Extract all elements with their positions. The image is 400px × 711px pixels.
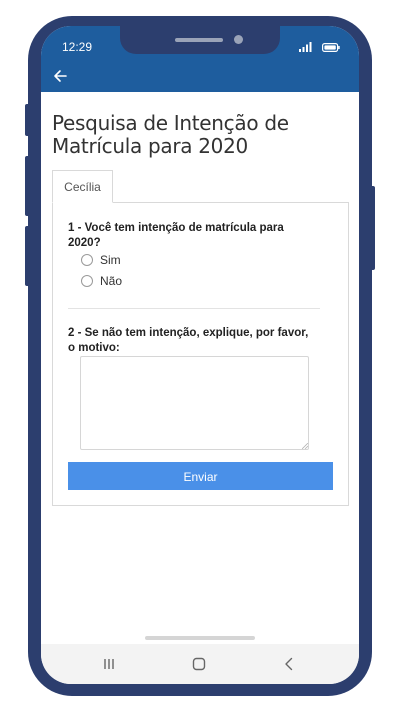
reason-textarea[interactable] bbox=[80, 356, 309, 450]
notch bbox=[120, 26, 280, 54]
home-icon[interactable] bbox=[189, 654, 209, 674]
speaker-icon bbox=[175, 38, 223, 42]
back-icon[interactable] bbox=[279, 654, 299, 674]
submit-button[interactable]: Enviar bbox=[68, 462, 333, 490]
radio-label-sim: Sim bbox=[100, 253, 121, 267]
radio-button-sim[interactable] bbox=[81, 254, 93, 266]
radio-button-nao[interactable] bbox=[81, 275, 93, 287]
battery-icon bbox=[322, 43, 340, 52]
page-title: Pesquisa de Intenção de Matrícula para 2… bbox=[52, 111, 289, 158]
radio-option-nao[interactable]: Não bbox=[81, 273, 122, 289]
camera-icon bbox=[234, 35, 243, 44]
app-bar: 12:29 bbox=[41, 26, 359, 92]
tab-cecilia[interactable]: Cecília bbox=[52, 170, 113, 203]
recents-icon[interactable] bbox=[99, 654, 119, 674]
home-indicator bbox=[145, 636, 255, 640]
radio-label-nao: Não bbox=[100, 274, 123, 288]
arrow-left-icon[interactable] bbox=[52, 68, 68, 84]
resize-grip-icon[interactable] bbox=[302, 443, 308, 449]
status-time: 12:29 bbox=[62, 40, 93, 54]
mockup-stage: 12:29 Pesquisa de Intenção de Matrícula bbox=[0, 0, 400, 711]
question-1-label: 1 - Você tem intenção de matrícula para … bbox=[68, 222, 284, 249]
question-2-label: 2 - Se não tem intenção, explique, por f… bbox=[68, 327, 309, 354]
phone-screen: 12:29 Pesquisa de Intenção de Matrícula bbox=[41, 26, 359, 684]
system-nav-bar bbox=[41, 644, 359, 684]
signal-icon bbox=[299, 42, 312, 52]
radio-option-sim[interactable]: Sim bbox=[81, 252, 121, 268]
question-divider bbox=[68, 308, 320, 309]
